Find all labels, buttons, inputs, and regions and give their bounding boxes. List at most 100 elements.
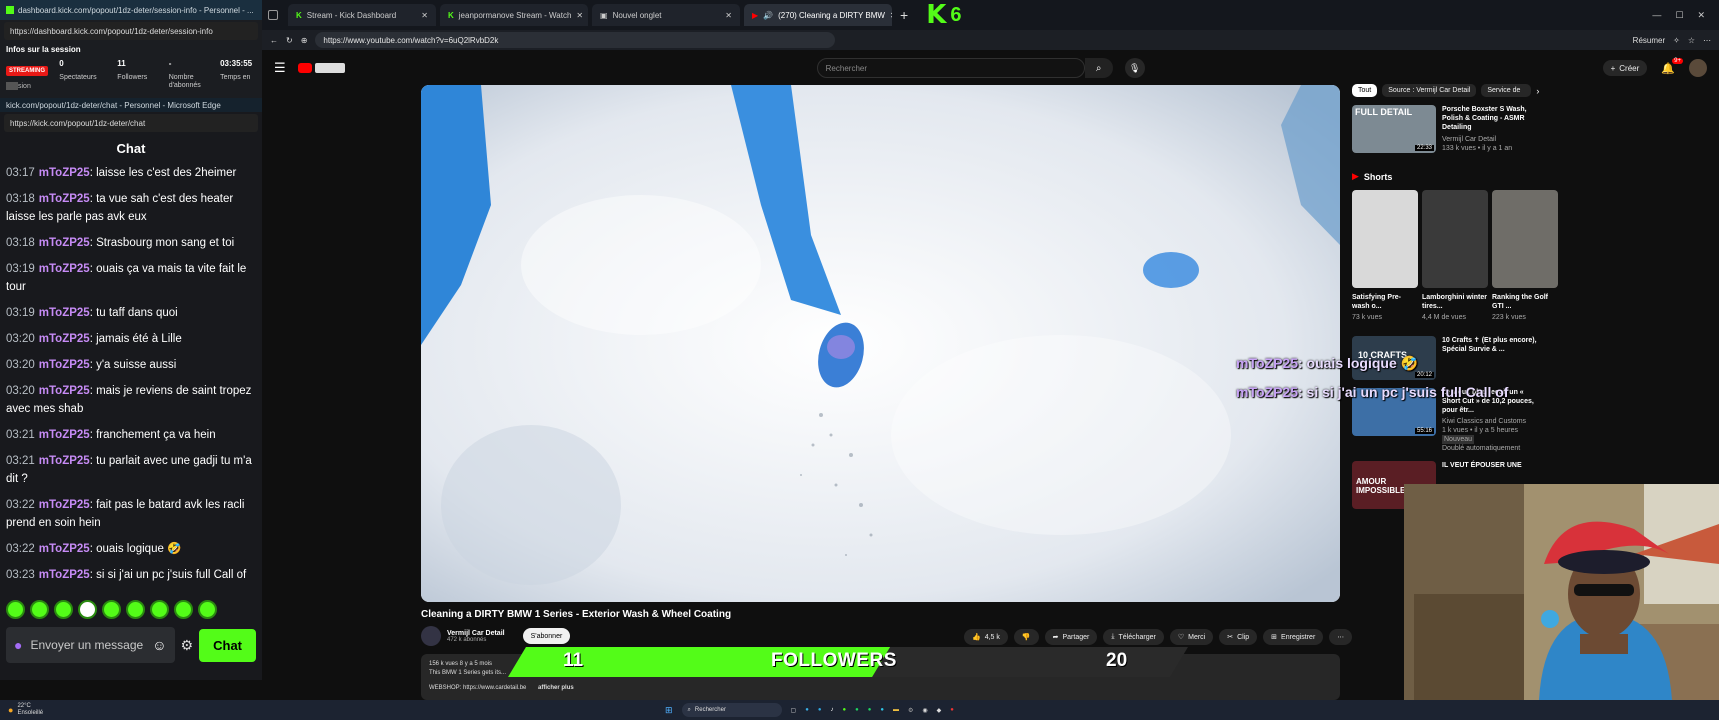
- task-view-icon[interactable]: ▢: [791, 707, 797, 714]
- dashboard-url-bar[interactable]: https://dashboard.kick.com/popout/1dz-de…: [4, 22, 258, 40]
- file-explorer-icon[interactable]: ▬: [893, 707, 899, 713]
- spotify-alt-icon[interactable]: ●: [868, 707, 872, 713]
- emote-icon[interactable]: [78, 600, 97, 619]
- message-username[interactable]: mToZP25: [39, 385, 90, 397]
- emote-icon[interactable]: [6, 600, 25, 619]
- emote-icon[interactable]: [126, 600, 145, 619]
- webshop-link[interactable]: WEBSHOP: https://www.cardetail.be: [429, 685, 526, 691]
- more-actions-button[interactable]: ⋯: [1329, 629, 1353, 645]
- edge-dev-icon[interactable]: ●: [818, 707, 822, 713]
- show-more-link[interactable]: afficher plus: [538, 685, 574, 691]
- hamburger-menu-icon[interactable]: ☰: [274, 60, 286, 76]
- close-tab-icon[interactable]: ✕: [890, 11, 892, 20]
- close-tab-icon[interactable]: ✕: [421, 11, 428, 20]
- save-button[interactable]: ⊞ Enregistrer: [1263, 629, 1324, 645]
- dislike-button[interactable]: 👎: [1013, 629, 1039, 645]
- notifications-bell-icon[interactable]: 🔔 9+: [1661, 57, 1683, 75]
- message-username[interactable]: mToZP25: [39, 307, 90, 319]
- youtube-logo[interactable]: [297, 63, 345, 73]
- download-button[interactable]: ⤓ Télécharger: [1103, 629, 1164, 645]
- emote-icon[interactable]: [30, 600, 49, 619]
- emote-icon[interactable]: [102, 600, 121, 619]
- chip-all[interactable]: Tout: [1352, 84, 1378, 97]
- reload-icon[interactable]: ↻: [286, 36, 293, 45]
- emoji-icon[interactable]: ☺: [152, 638, 166, 652]
- message-username[interactable]: mToZP25: [39, 359, 90, 371]
- emote-icon[interactable]: [54, 600, 73, 619]
- spotify-icon[interactable]: ●: [855, 707, 859, 713]
- weather-widget[interactable]: ● 22°C Ensoleillé: [0, 703, 400, 717]
- favorites-icon[interactable]: ☆: [1688, 36, 1695, 45]
- like-button[interactable]: 👍 4,5 k: [964, 629, 1008, 645]
- close-window-icon[interactable]: ✕: [1697, 10, 1705, 21]
- short-thumbnail[interactable]: [1492, 190, 1558, 288]
- resume-button[interactable]: Résumer: [1633, 36, 1665, 45]
- message-username[interactable]: mToZP25: [39, 167, 90, 179]
- back-icon[interactable]: ←: [270, 36, 278, 45]
- rec-thumbnail[interactable]: FULL DETAIL 22:33: [1352, 105, 1436, 153]
- message-username[interactable]: mToZP25: [39, 499, 90, 511]
- emote-icon[interactable]: [198, 600, 217, 619]
- share-button[interactable]: ➦ Partager: [1044, 629, 1098, 645]
- app-icon[interactable]: ●: [950, 707, 954, 713]
- emote-icon[interactable]: [150, 600, 169, 619]
- settings-icon[interactable]: ⚙: [908, 707, 913, 714]
- short-thumbnail[interactable]: [1422, 190, 1488, 288]
- tab-youtube-video[interactable]: ▶🔊(270) Cleaning a DIRTY BMW✕: [744, 4, 892, 26]
- minimize-icon[interactable]: —: [1652, 10, 1661, 21]
- chevron-right-icon[interactable]: ›: [1536, 86, 1539, 96]
- message-username[interactable]: mToZP25: [39, 569, 90, 581]
- menu-dots-icon[interactable]: ⋯: [1703, 36, 1711, 45]
- close-tab-icon[interactable]: ✕: [576, 11, 583, 20]
- message-username[interactable]: mToZP25: [39, 455, 90, 467]
- rec-card-top[interactable]: FULL DETAIL 22:33 Porsche Boxster S Wash…: [1352, 105, 1562, 153]
- maximize-icon[interactable]: ☐: [1675, 10, 1683, 21]
- extensions-icon[interactable]: ✧: [1673, 36, 1680, 45]
- message-username[interactable]: mToZP25: [39, 543, 90, 555]
- short-card[interactable]: Ranking the Golf GTI ... 223 k vues: [1492, 190, 1558, 322]
- new-tab-plus-icon[interactable]: +: [900, 7, 908, 23]
- tab-new-tab[interactable]: ▣ Nouvel onglet ✕: [592, 4, 740, 26]
- chat-messages[interactable]: 03:17 mToZP25: laisse les c'est des 2heim…: [0, 162, 262, 598]
- app-icon[interactable]: ●: [880, 707, 884, 713]
- microphone-icon[interactable]: ●: [14, 638, 22, 652]
- address-bar[interactable]: https://www.youtube.com/watch?v=6uQ2lRvb…: [315, 32, 836, 48]
- chat-input[interactable]: ● Envoyer un message ☺: [6, 627, 175, 663]
- workspaces-icon[interactable]: [268, 10, 278, 20]
- chip-service[interactable]: Service de: [1481, 84, 1532, 97]
- short-card[interactable]: Satisfying Pre-wash o... 73 k vues: [1352, 190, 1418, 322]
- windows-start-icon[interactable]: ⊞: [665, 705, 673, 716]
- close-tab-icon[interactable]: ✕: [725, 11, 732, 20]
- chip-source[interactable]: Source : Vermijl Car Detail: [1382, 84, 1477, 97]
- app-icon[interactable]: ◆: [937, 707, 942, 714]
- message-username[interactable]: mToZP25: [39, 263, 90, 275]
- video-player[interactable]: [421, 85, 1340, 602]
- clip-button[interactable]: ✂ Clip: [1219, 629, 1258, 645]
- site-info-icon[interactable]: ⊕: [301, 36, 308, 45]
- message-username[interactable]: mToZP25: [39, 237, 90, 249]
- obs-icon[interactable]: ◉: [922, 707, 927, 714]
- youtube-search-input[interactable]: Rechercher: [816, 58, 1085, 78]
- chat-url-bar[interactable]: https://kick.com/popout/1dz-deter/chat: [4, 114, 258, 132]
- tiktok-icon[interactable]: ♪: [830, 707, 833, 713]
- message-username[interactable]: mToZP25: [39, 193, 90, 205]
- audio-playing-icon[interactable]: 🔊: [763, 11, 773, 20]
- tab-kick-stream[interactable]: Kjeanpormanove Stream - Watch ✕: [440, 4, 588, 26]
- message-username[interactable]: mToZP25: [39, 429, 90, 441]
- avatar[interactable]: [1689, 59, 1707, 77]
- channel-avatar[interactable]: [421, 626, 441, 646]
- edge-icon[interactable]: ●: [805, 707, 809, 713]
- thanks-button[interactable]: ♡ Merci: [1169, 629, 1214, 645]
- channel-name[interactable]: Vermijl Car Detail: [447, 630, 505, 637]
- voice-search-icon[interactable]: 🎙: [1124, 58, 1145, 78]
- short-card[interactable]: Lamborghini winter tires... 4,4 M de vue…: [1422, 190, 1488, 322]
- tab-kick-dashboard[interactable]: K Stream - Kick Dashboard ✕: [288, 4, 436, 26]
- send-chat-button[interactable]: Chat: [199, 628, 256, 662]
- short-thumbnail[interactable]: [1352, 190, 1418, 288]
- message-username[interactable]: mToZP25: [39, 333, 90, 345]
- chrome-icon[interactable]: ●: [842, 707, 846, 713]
- subscribe-button[interactable]: S'abonner: [522, 628, 571, 644]
- search-icon[interactable]: ⌕: [1084, 58, 1113, 78]
- settings-gear-icon[interactable]: ⚙: [181, 637, 194, 654]
- create-button[interactable]: + Créer: [1602, 60, 1648, 76]
